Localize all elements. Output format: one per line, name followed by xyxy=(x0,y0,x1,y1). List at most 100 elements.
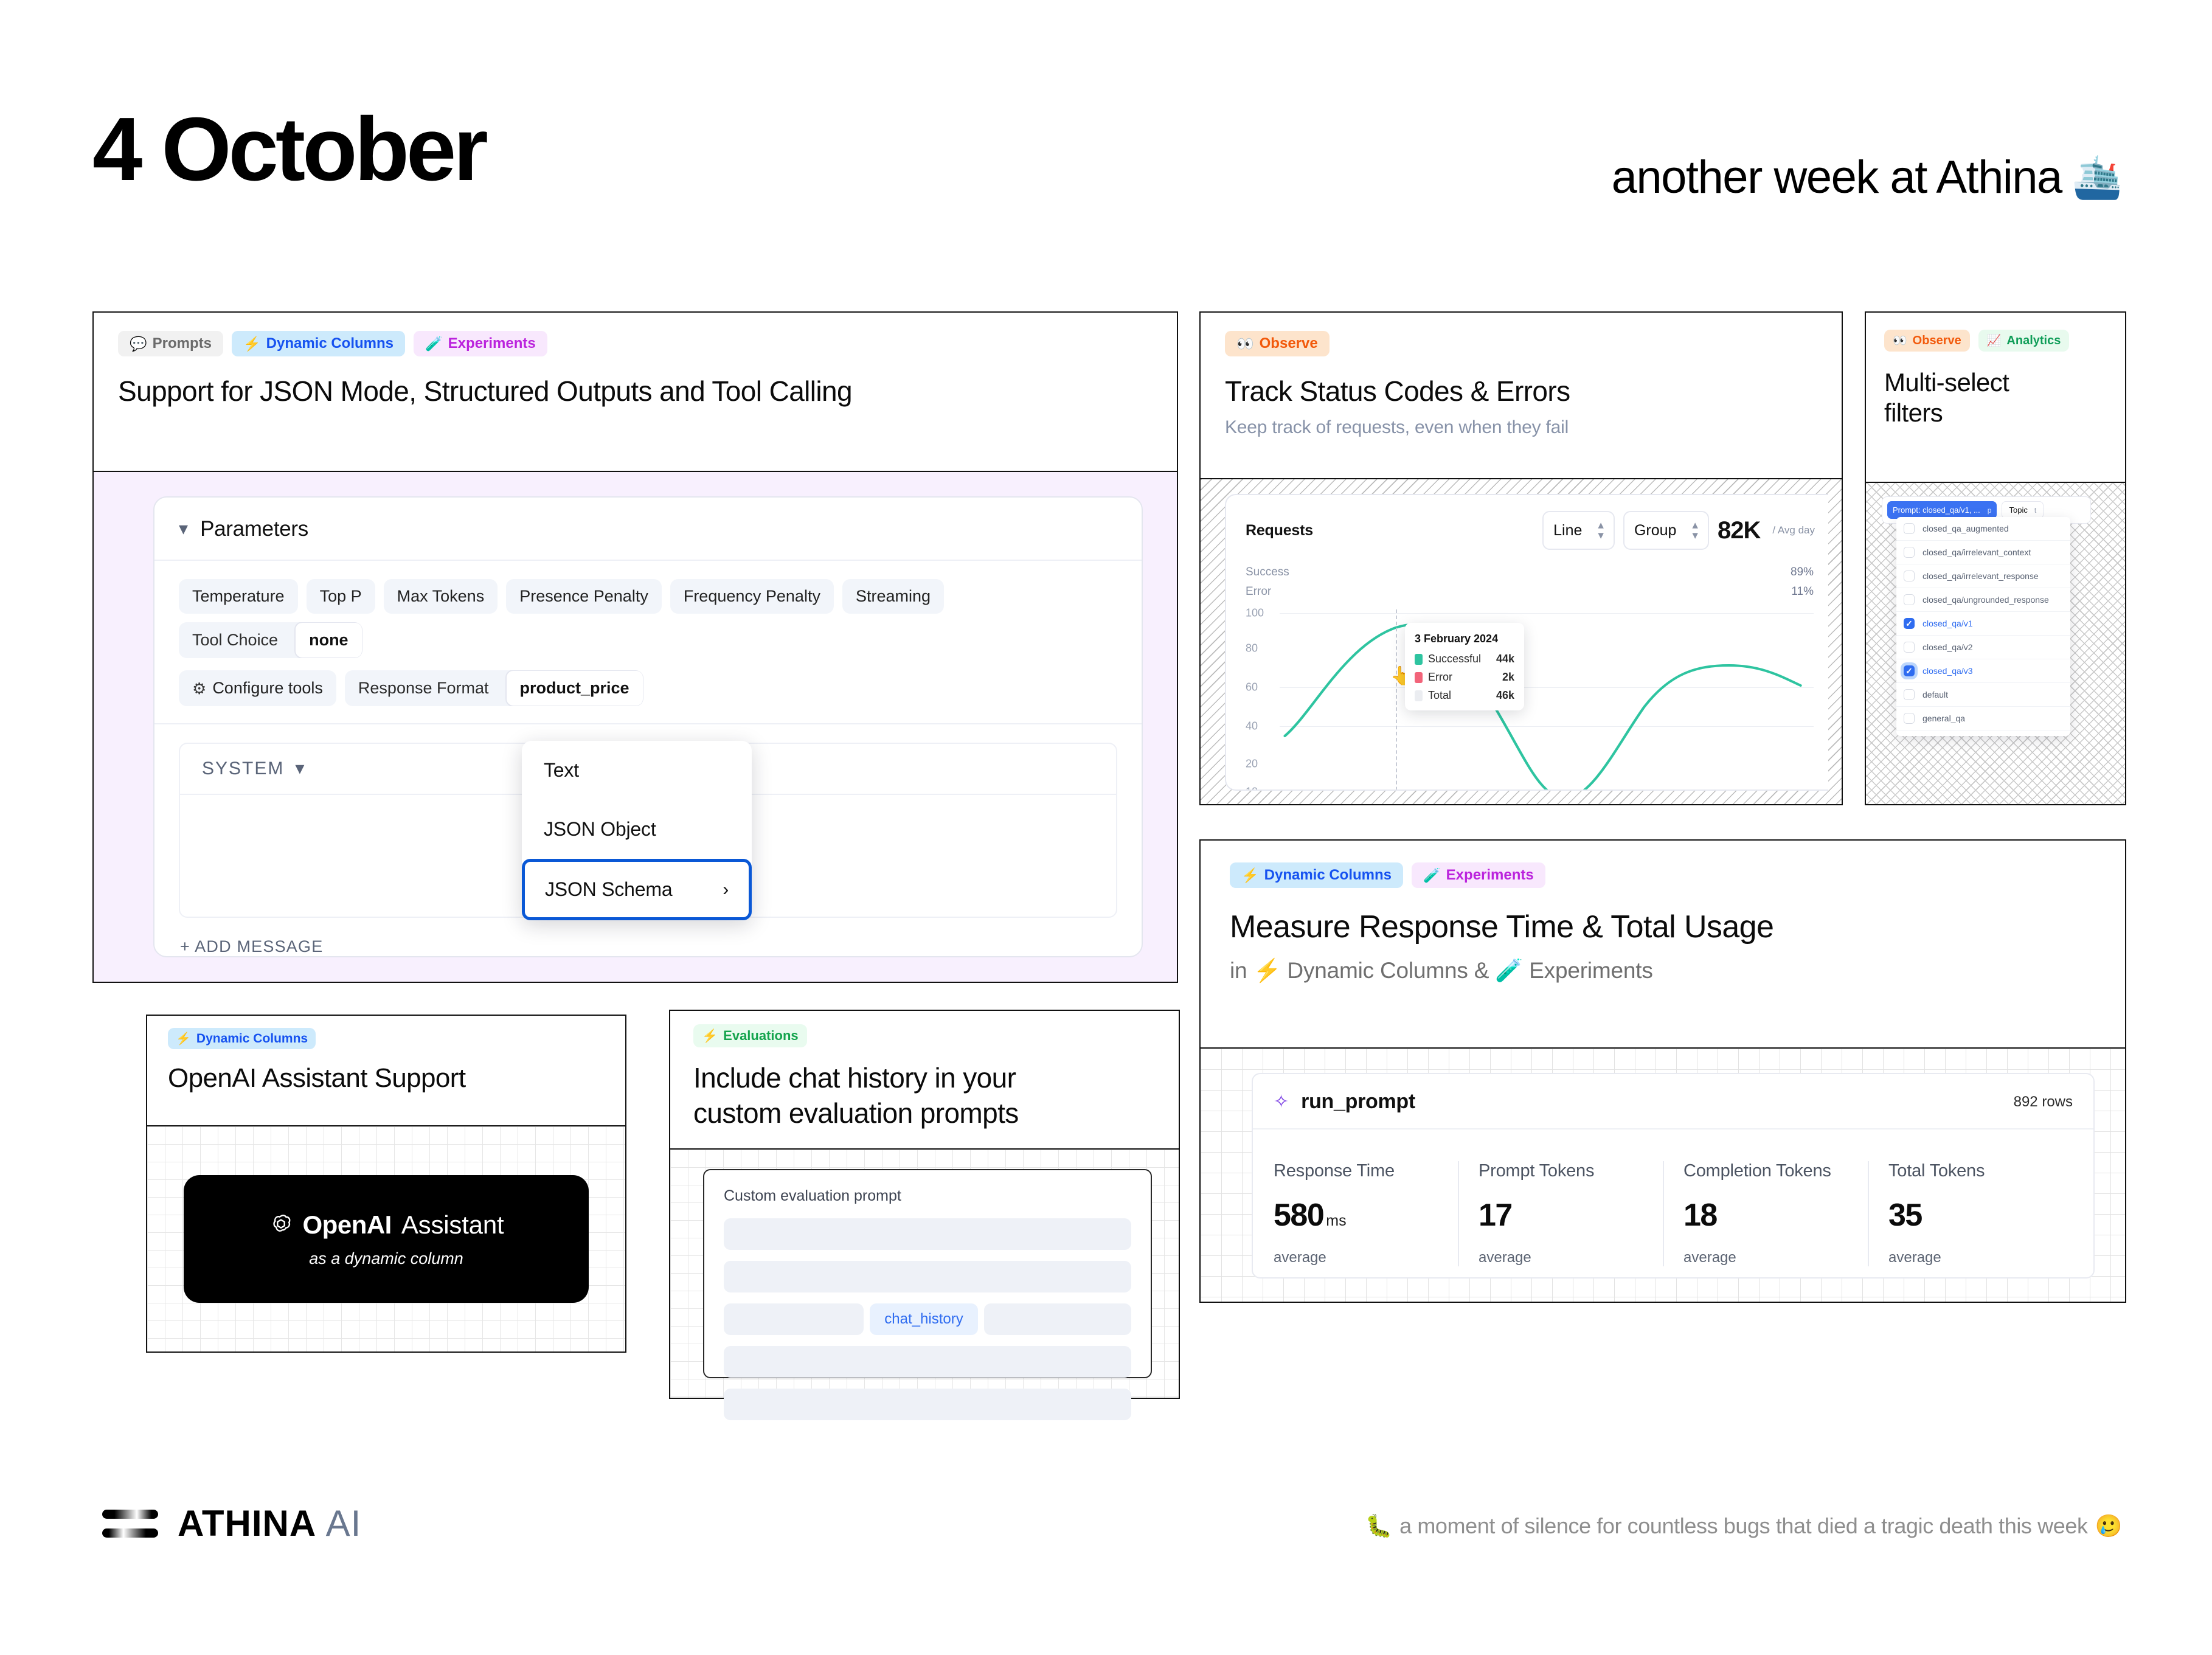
tooltip-label: Total xyxy=(1428,689,1452,702)
grouping-value: Group xyxy=(1634,521,1677,539)
filter-option[interactable]: closed_qa/irrelevant_response xyxy=(1896,564,2070,588)
filter-option-list[interactable]: closed_qa_augmented closed_qa/irrelevant… xyxy=(1896,517,2070,736)
chart-type-select[interactable]: Line ▴ ▾ xyxy=(1542,511,1615,550)
filter-option-label: closed_qa/ungrounded_response xyxy=(1922,595,2049,605)
card-measure-response-time: ⚡ Dynamic Columns 🧪 Experiments Measure … xyxy=(1199,839,2126,1303)
card-multi-header: 👀 Observe 📈 Analytics Multi-select filte… xyxy=(1866,313,2125,446)
checkbox-icon[interactable] xyxy=(1904,547,1915,558)
metric-total-tokens: Total Tokens 35 average xyxy=(1868,1161,2073,1266)
tooltip-label: Error xyxy=(1428,671,1452,684)
parameters-label: Parameters xyxy=(200,517,308,541)
chevron-right-icon: › xyxy=(723,879,729,900)
tag-observe[interactable]: 👀 Observe xyxy=(1225,331,1330,356)
chip-temperature[interactable]: Temperature xyxy=(179,579,298,614)
checkbox-icon[interactable] xyxy=(1904,689,1915,700)
filter-option[interactable]: closed_qa/irrelevant_context xyxy=(1896,541,2070,564)
tag-experiments[interactable]: 🧪 Experiments xyxy=(414,331,547,356)
chip-top-p[interactable]: Top P xyxy=(306,579,375,614)
tag-dynamic-columns[interactable]: ⚡ Dynamic Columns xyxy=(232,331,406,356)
chart-lines xyxy=(1283,623,1802,789)
card-title: Track Status Codes & Errors xyxy=(1225,375,1570,407)
tag-label: Dynamic Columns xyxy=(1264,867,1392,883)
tag-label: Dynamic Columns xyxy=(196,1032,308,1046)
y-tick-100: 100 xyxy=(1246,606,1264,619)
chip-max-tokens[interactable]: Max Tokens xyxy=(383,579,498,614)
card-multi-select-filters: 👀 Observe 📈 Analytics Multi-select filte… xyxy=(1865,311,2126,805)
filter-option[interactable]: closed_qa/v1 xyxy=(1896,612,2070,636)
chip-frequency-penalty[interactable]: Frequency Penalty xyxy=(670,579,834,614)
dropdown-item-json-object[interactable]: JSON Object xyxy=(522,800,752,859)
checkbox-icon[interactable] xyxy=(1904,713,1915,724)
chip-response-format[interactable]: Response Format product_price xyxy=(344,670,643,706)
run-prompt-row-count: 892 rows xyxy=(2013,1093,2073,1110)
tag-dynamic-columns[interactable]: ⚡ Dynamic Columns xyxy=(168,1028,316,1049)
filter-option[interactable]: nyc_qa xyxy=(1896,730,2070,736)
tag-dynamic-columns[interactable]: ⚡ Dynamic Columns xyxy=(1230,862,1404,888)
checkbox-icon[interactable] xyxy=(1904,594,1915,605)
tag-observe[interactable]: 👀 Observe xyxy=(1884,330,1970,352)
test-tube-icon: 🧪 xyxy=(425,335,443,352)
sparkle-icon: ✧ xyxy=(1274,1091,1289,1112)
legend-swatch xyxy=(1415,653,1423,665)
metric-note: average xyxy=(1888,1249,1941,1266)
chip-label: Configure tools xyxy=(212,679,323,697)
summary-row-error: Error 11% xyxy=(1246,585,1828,599)
divider xyxy=(154,723,1142,724)
chip-presence-penalty[interactable]: Presence Penalty xyxy=(506,579,662,614)
y-tick-80: 80 xyxy=(1246,642,1258,654)
y-tick-60: 60 xyxy=(1246,681,1258,693)
chat-history-variable-chip[interactable]: chat_history xyxy=(870,1303,978,1335)
filter-option[interactable]: closed_qa/v2 xyxy=(1896,636,2070,659)
chip-configure-tools[interactable]: ⚙ Configure tools xyxy=(179,670,336,706)
add-message-button[interactable]: + ADD MESSAGE xyxy=(180,937,1142,956)
speech-bubble-icon: 💬 xyxy=(130,335,147,352)
card-measure-body: ✧ run_prompt 892 rows Response Time 580 m… xyxy=(1201,1047,2125,1302)
metric-label: Prompt Tokens xyxy=(1479,1161,1595,1181)
filter-option[interactable]: closed_qa/ungrounded_response xyxy=(1896,588,2070,612)
grouping-select[interactable]: Group ▴ ▾ xyxy=(1623,511,1709,550)
chart-controls: Line ▴ ▾ Group ▴ ▾ 82K / Avg day xyxy=(1542,511,1828,550)
tooltip-row-successful: Successful 44k xyxy=(1415,653,1514,665)
tag-evaluations[interactable]: ⚡ Evaluations xyxy=(693,1024,807,1047)
card-title: Measure Response Time & Total Usage xyxy=(1230,909,1774,945)
filter-option[interactable]: default xyxy=(1896,683,2070,707)
filter-option[interactable]: closed_qa_augmented xyxy=(1896,517,2070,541)
chart-title: Requests xyxy=(1246,521,1313,539)
filter-pill-prompt[interactable]: Prompt: closed_qa/v1, ... p xyxy=(1887,501,1997,519)
chip-tool-choice[interactable]: Tool Choice none xyxy=(179,622,362,658)
tag-label: Prompts xyxy=(152,335,212,352)
filter-option[interactable]: closed_qa/v3 xyxy=(1896,659,2070,683)
tag-prompts[interactable]: 💬 Prompts xyxy=(118,331,223,356)
filter-option[interactable]: general_qa xyxy=(1896,707,2070,730)
checkbox-icon[interactable] xyxy=(1904,523,1915,534)
tag-row: ⚡ Dynamic Columns 🧪 Experiments xyxy=(1230,862,2096,888)
legend-swatch xyxy=(1415,690,1423,701)
gear-icon: ⚙ xyxy=(192,679,207,698)
parameter-chip-row-1: Temperature Top P Max Tokens Presence Pe… xyxy=(154,561,1142,658)
dropdown-item-json-schema[interactable]: JSON Schema › xyxy=(522,859,752,920)
metric-unit: ms xyxy=(1326,1212,1347,1229)
tag-experiments[interactable]: 🧪 Experiments xyxy=(1412,862,1545,888)
tag-row: 👀 Observe xyxy=(1225,331,1817,356)
chip-streaming[interactable]: Streaming xyxy=(842,579,945,614)
tag-analytics[interactable]: 📈 Analytics xyxy=(1978,330,2070,352)
card-title: Include chat history in your custom eval… xyxy=(693,1061,1156,1131)
lightning-icon: ⚡ xyxy=(176,1032,191,1046)
checkbox-checked-icon[interactable] xyxy=(1904,618,1915,629)
chip-label: Top P xyxy=(319,587,362,605)
checkbox-icon[interactable] xyxy=(1904,642,1915,653)
filter-option-label: default xyxy=(1922,690,1949,699)
card-title: Support for JSON Mode, Structured Output… xyxy=(118,375,853,407)
dropdown-item-text[interactable]: Text xyxy=(522,741,752,800)
filter-pill-topic[interactable]: Topic t xyxy=(2002,501,2044,519)
metric-response-time: Response Time 580 ms average xyxy=(1274,1161,1458,1266)
checkbox-checked-icon[interactable] xyxy=(1904,665,1915,676)
card-measure-header: ⚡ Dynamic Columns 🧪 Experiments Measure … xyxy=(1201,841,2125,1007)
parameters-header[interactable]: ▾ Parameters xyxy=(154,498,1142,560)
metric-prompt-tokens: Prompt Tokens 17 average xyxy=(1458,1161,1663,1266)
checkbox-icon[interactable] xyxy=(1904,571,1915,581)
footer-note-text: a moment of silence for countless bugs t… xyxy=(1399,1513,2088,1538)
summary-value: 11% xyxy=(1791,585,1814,599)
chevron-down-icon: ▾ xyxy=(295,758,306,779)
tag-label: Experiments xyxy=(1446,867,1534,883)
